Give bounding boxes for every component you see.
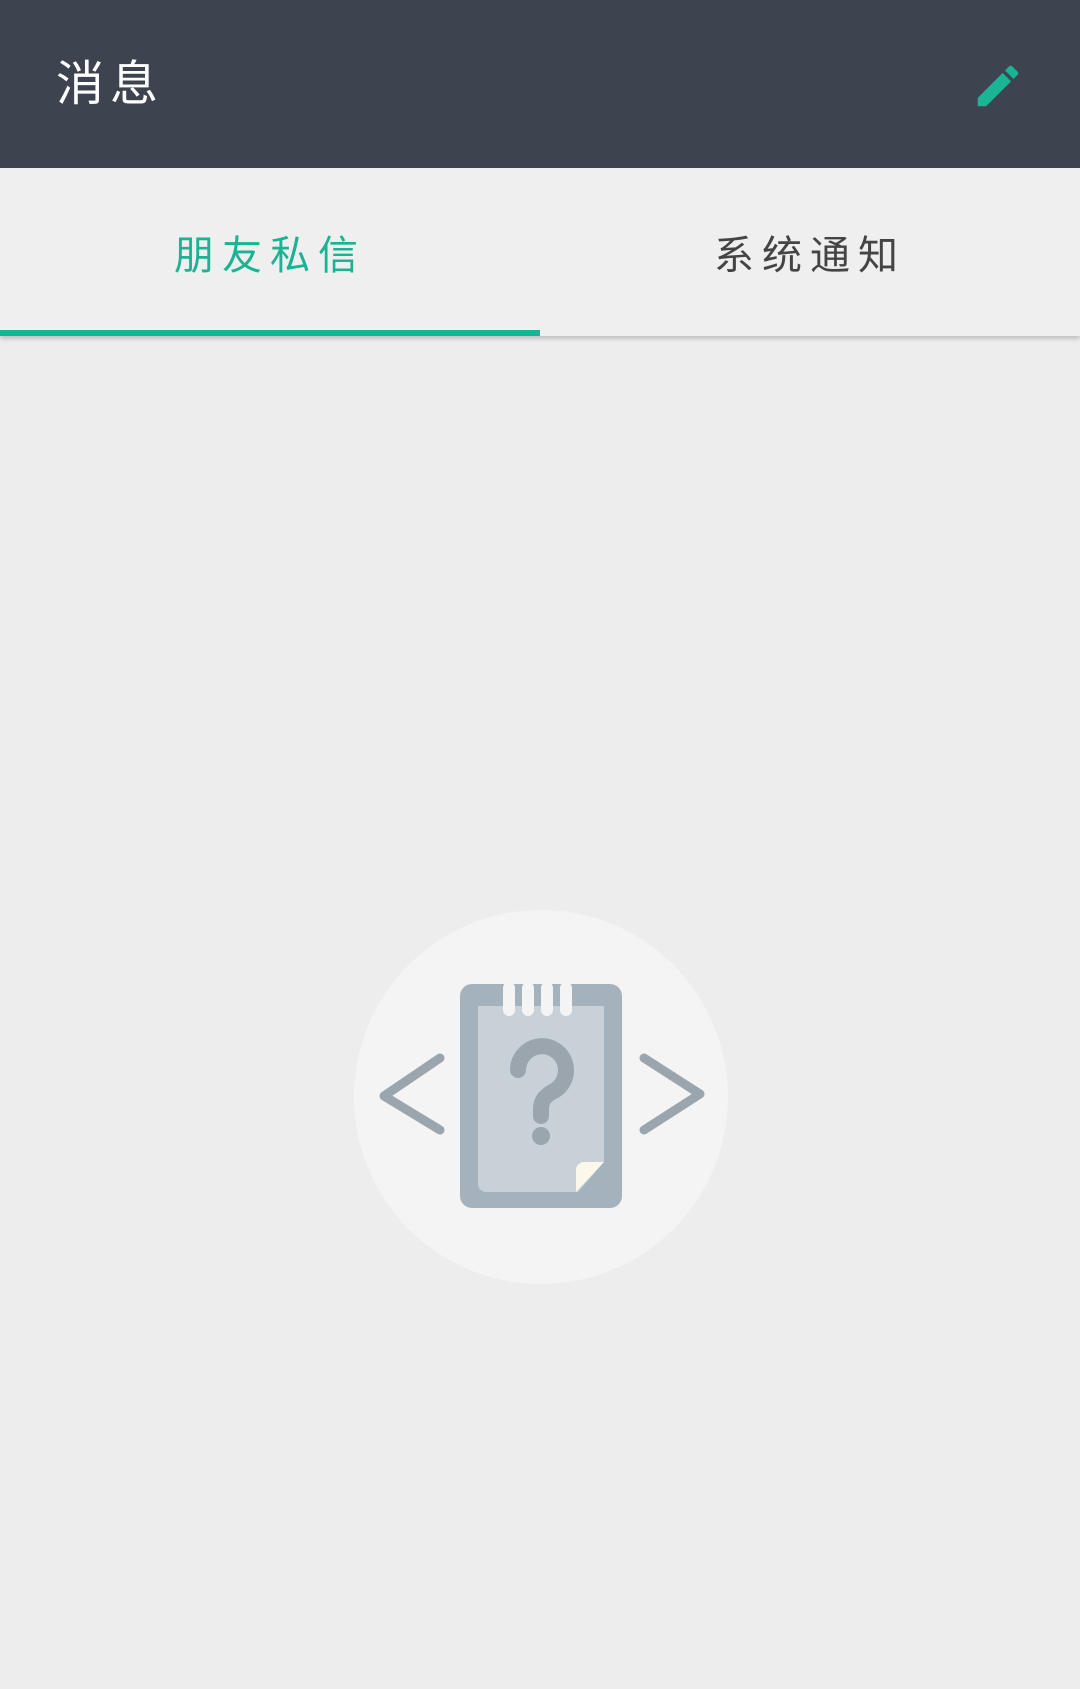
tab-friend-messages[interactable]: 朋友私信: [0, 168, 540, 336]
tab-bar: 朋友私信 系统通知: [0, 168, 1080, 336]
active-tab-indicator: [0, 330, 540, 336]
page-title: 消息: [56, 56, 165, 112]
top-app-bar: 消息: [0, 0, 1080, 168]
pencil-icon: [977, 65, 1019, 107]
app-screen: 消息 朋友私信 系统通知: [0, 0, 1080, 1689]
empty-document-question-icon: [354, 910, 728, 1284]
empty-state: [354, 910, 728, 1284]
tab-friend-messages-label: 朋友私信: [174, 233, 366, 279]
edit-button[interactable]: [966, 54, 1030, 118]
tab-system-notifications[interactable]: 系统通知: [540, 168, 1080, 336]
tab-system-notifications-label: 系统通知: [714, 233, 906, 279]
